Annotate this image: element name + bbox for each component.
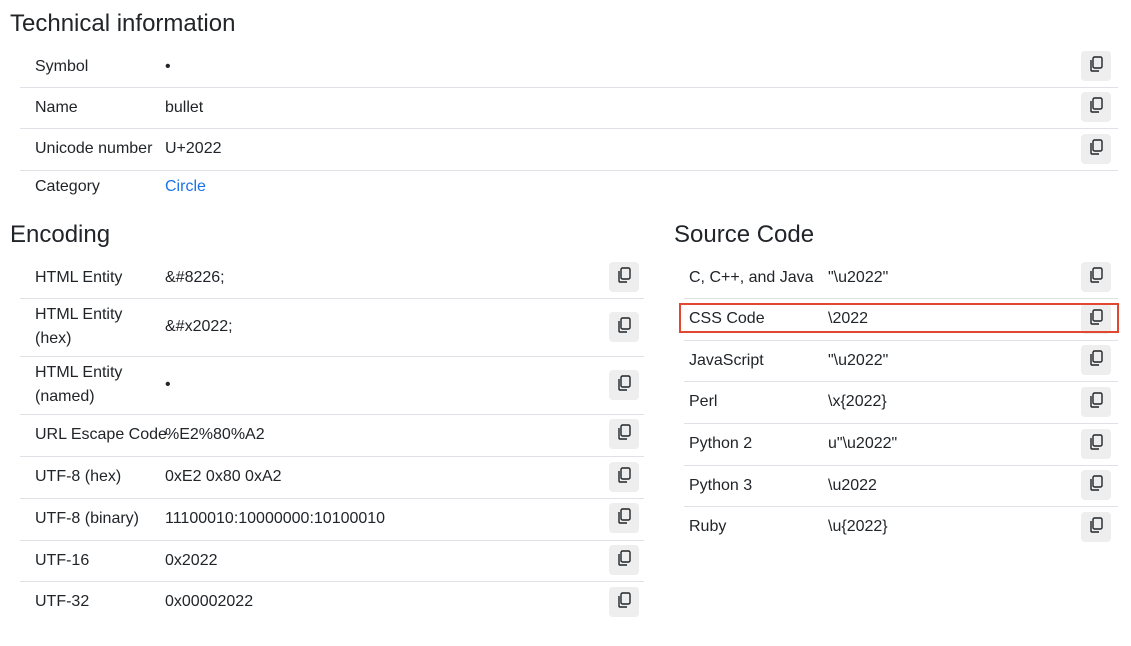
copy-button[interactable] [1081,512,1111,542]
row-value: 0x00002022 [165,593,254,610]
row-label: Python 2 [689,435,753,452]
table-row: UTF-32 0x00002022 [20,581,644,623]
row-value: U+2022 [165,140,222,157]
copy-button[interactable] [1081,304,1111,334]
copy-button[interactable] [609,370,639,400]
row-label: Perl [689,393,718,410]
copy-icon [617,316,631,338]
row-value: %E2%80%A2 [165,426,265,443]
row-label: UTF-16 [35,551,90,569]
table-row: Perl \x{2022} [684,381,1118,424]
row-value: \x{2022} [828,393,887,410]
technical-info-title: Technical information [10,10,236,37]
row-label: JavaScript [689,351,764,369]
copy-button[interactable] [1081,429,1111,459]
copy-button[interactable] [1081,51,1111,81]
copy-button[interactable] [1081,345,1111,375]
copy-button[interactable] [609,503,639,533]
row-label: HTML Entity [35,268,123,286]
row-label: URL Escape Code [35,426,167,443]
row-value: • [165,57,171,75]
row-value: &#8226; [165,268,225,286]
row-label: HTML Entity (hex) [35,306,123,347]
copy-button[interactable] [609,462,639,492]
row-value: "\u2022" [828,351,889,369]
table-row: HTML Entity &#8226; [20,257,644,299]
row-value: \u{2022} [828,518,888,535]
copy-icon [617,266,631,288]
row-value: &#x2022; [165,318,233,335]
table-row: Python 2 u"\u2022" [684,423,1118,466]
table-row: CSS Code \2022 [684,298,1118,341]
copy-icon [1089,96,1103,118]
row-label: Name [35,98,78,116]
copy-button[interactable] [609,419,639,449]
copy-button[interactable] [1081,262,1111,292]
row-value: u"\u2022" [828,435,898,452]
copy-button[interactable] [1081,470,1111,500]
row-value: \u2022 [828,476,877,494]
copy-icon [1089,433,1103,455]
table-row: C, C++, and Java "\u2022" [684,257,1118,299]
copy-button[interactable] [1081,92,1111,122]
copy-icon [1089,266,1103,288]
row-value: "\u2022" [828,268,889,286]
copy-button[interactable] [1081,134,1111,164]
table-row: UTF-8 (binary) 11100010:10000000:1010001… [20,498,644,541]
row-label: HTML Entity (named) [35,364,123,405]
copy-button[interactable] [609,262,639,292]
row-label: Unicode number [35,140,153,157]
row-label: UTF-32 [35,593,90,610]
copy-icon [617,507,631,529]
table-row: Unicode number U+2022 [20,128,1118,171]
table-row: Symbol • [20,46,1118,88]
row-label: Ruby [689,518,727,535]
row-label: Python 3 [689,476,753,494]
copy-icon [617,591,631,613]
row-label: CSS Code [689,310,765,327]
row-label: UTF-8 (hex) [35,468,122,485]
copy-button[interactable] [1081,387,1111,417]
copy-icon [617,423,631,445]
row-value: 0x2022 [165,551,218,569]
copy-icon [617,374,631,396]
row-label: UTF-8 (binary) [35,510,140,527]
copy-icon [1089,516,1103,538]
copy-button[interactable] [609,312,639,342]
table-row: JavaScript "\u2022" [684,340,1118,382]
encoding-title: Encoding [10,221,111,248]
table-row: HTML Entity (hex) &#x2022; [20,298,644,357]
copy-icon [617,549,631,571]
copy-icon [1089,391,1103,413]
copy-icon [617,466,631,488]
row-label: Symbol [35,57,89,75]
copy-icon [1089,474,1103,496]
encoding-table: HTML Entity &#8226; HTML Entity (hex) &#… [20,257,644,627]
technical-info-table: Symbol • Name bullet Unicode number U+20… [20,46,1118,208]
row-label: C, C++, and Java [689,268,814,286]
row-value: 11100010:10000000:10100010 [165,510,386,527]
category-link[interactable]: Circle [165,175,206,199]
row-value: 0xE2 0x80 0xA2 [165,468,282,485]
table-row: Python 3 \u2022 [684,465,1118,507]
table-row: URL Escape Code %E2%80%A2 [20,414,644,457]
row-label: Category [35,178,100,195]
table-row: Name bullet [20,87,1118,129]
row-value: bullet [165,98,204,116]
table-row: Category Circle [20,170,1118,204]
source-code-title: Source Code [674,221,815,248]
table-row: UTF-16 0x2022 [20,540,644,582]
table-row: HTML Entity (named) • [20,356,644,415]
copy-icon [1089,349,1103,371]
copy-button[interactable] [609,587,639,617]
copy-icon [1089,138,1103,160]
source-code-table: C, C++, and Java "\u2022" CSS Code \2022… [684,257,1118,549]
copy-button[interactable] [609,545,639,575]
copy-icon [1089,55,1103,77]
table-row: Ruby \u{2022} [684,506,1118,548]
copy-icon [1089,308,1103,330]
row-value: • [165,376,171,393]
table-row: UTF-8 (hex) 0xE2 0x80 0xA2 [20,456,644,499]
row-value: \2022 [828,310,869,327]
